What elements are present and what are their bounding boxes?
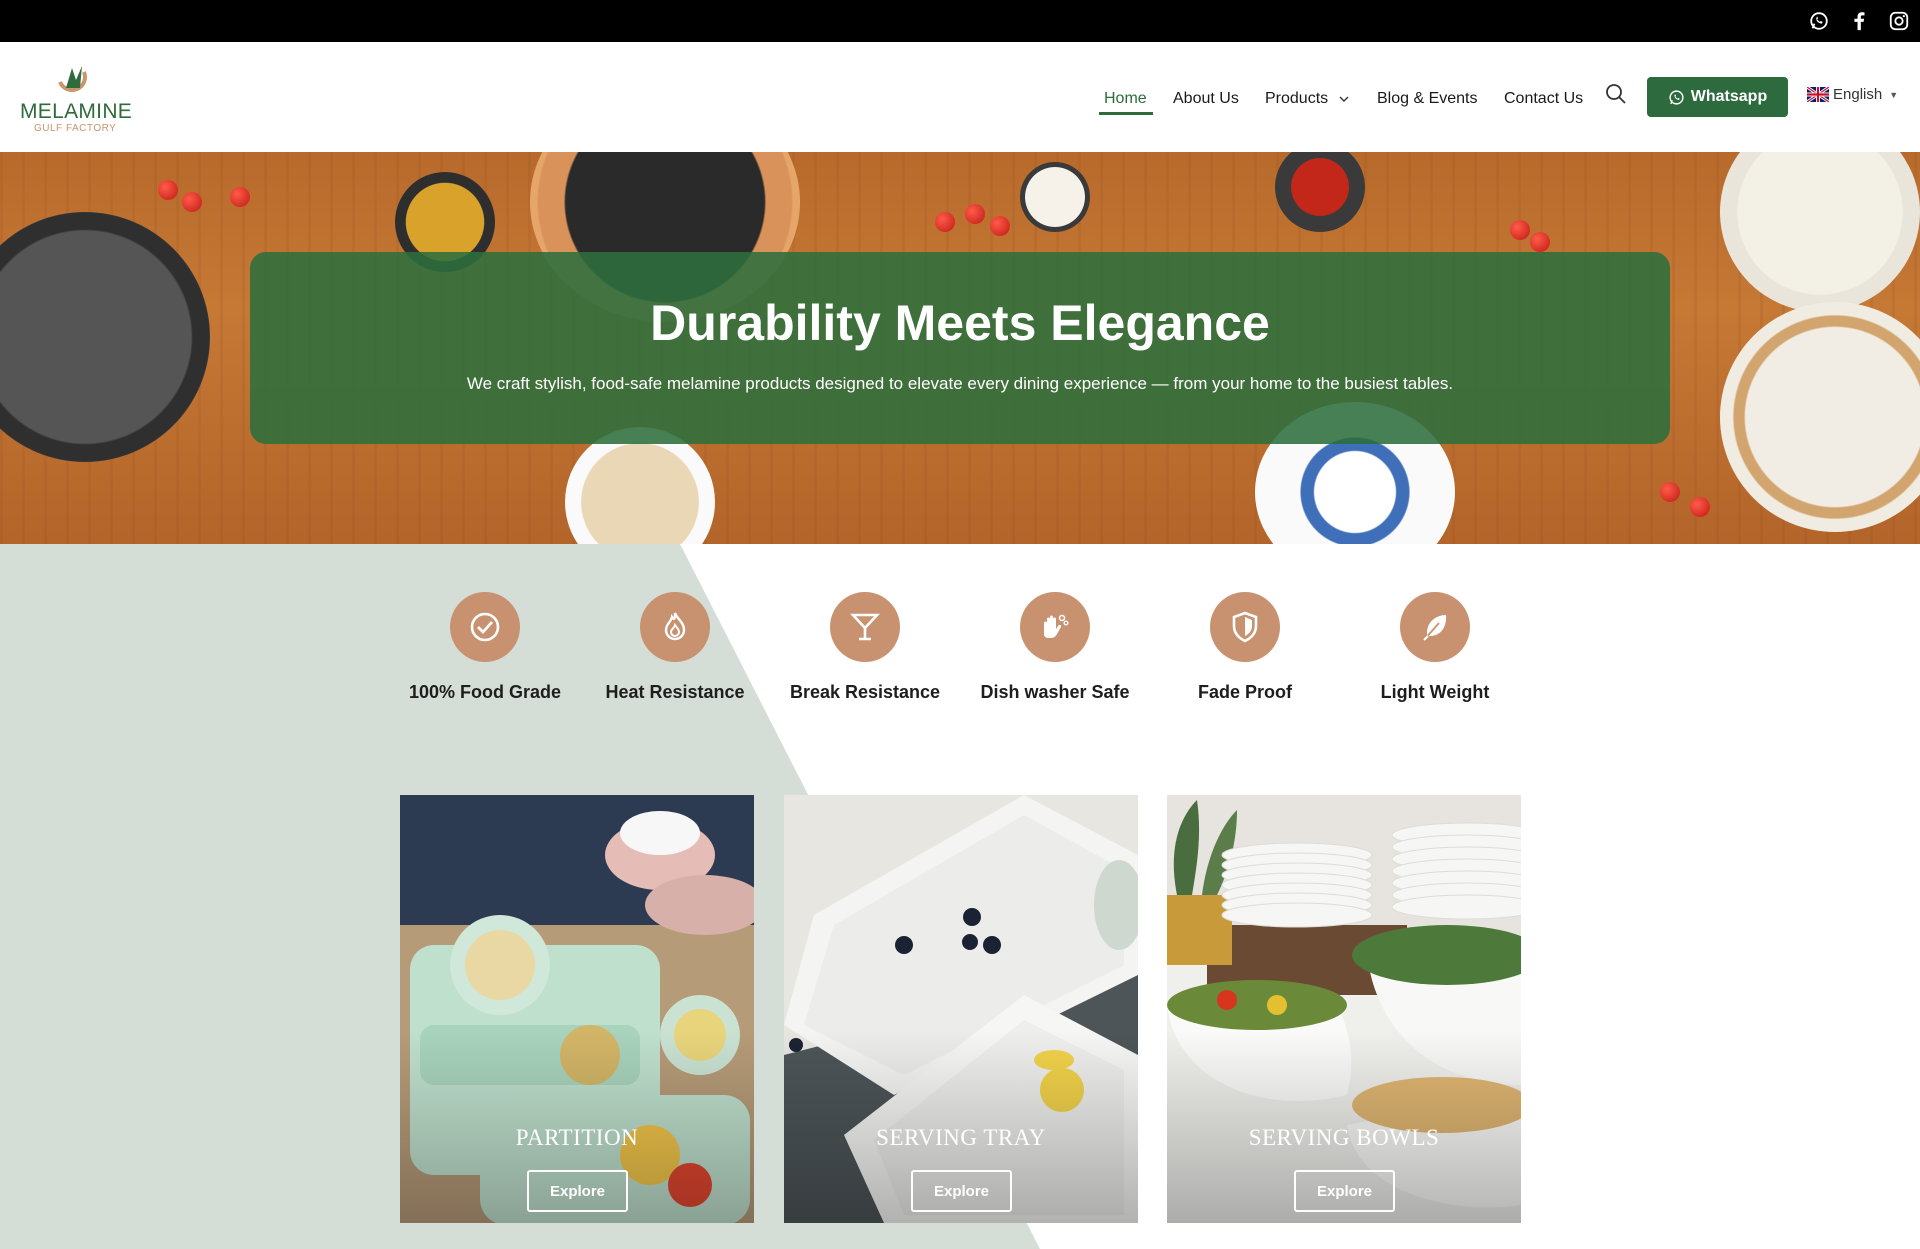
- whatsapp-icon[interactable]: [1803, 5, 1835, 37]
- tomato-image: [1660, 482, 1680, 502]
- tomato-image: [990, 216, 1010, 236]
- nav-about[interactable]: About Us: [1173, 84, 1239, 114]
- site-header: MELAMINE GULF FACTORY Home About Us Prod…: [0, 42, 1920, 152]
- card-title: SERVING TRAY: [876, 1125, 1046, 1150]
- search-icon[interactable]: [1604, 82, 1628, 106]
- feature-heat-resistance: Heat Resistance: [590, 592, 760, 712]
- cocktail-glass-icon: [830, 592, 900, 662]
- brand-logo[interactable]: MELAMINE GULF FACTORY: [18, 60, 132, 150]
- hero-bowl-image: [565, 427, 715, 544]
- language-label: English: [1833, 86, 1883, 103]
- feature-label: Heat Resistance: [605, 682, 745, 702]
- flame-icon: [640, 592, 710, 662]
- facebook-icon[interactable]: [1843, 5, 1875, 37]
- tomato-image: [1690, 497, 1710, 517]
- hero-plate-image: [0, 212, 210, 462]
- logo-name: MELAMINE: [20, 100, 133, 123]
- top-bar: [0, 0, 1920, 42]
- card-title: PARTITION: [515, 1125, 639, 1150]
- product-card-partition[interactable]: PARTITION Explore: [400, 795, 754, 1223]
- instagram-icon[interactable]: [1883, 5, 1915, 37]
- tomato-image: [965, 204, 985, 224]
- card-overlay: [1167, 795, 1521, 1223]
- nav-products[interactable]: Products: [1265, 84, 1350, 114]
- nav-products-label: Products: [1265, 90, 1329, 107]
- card-title: SERVING BOWLS: [1248, 1125, 1440, 1150]
- hero-bowl-image: [1020, 162, 1090, 232]
- tomato-image: [182, 192, 202, 212]
- hero-plate-image: [1720, 152, 1920, 312]
- whatsapp-button[interactable]: Whatsapp: [1647, 77, 1788, 117]
- card-overlay: [784, 795, 1138, 1223]
- tomato-image: [1530, 232, 1550, 252]
- explore-button[interactable]: Explore: [911, 1170, 1012, 1212]
- feature-dishwasher-safe: Dish washer Safe: [970, 592, 1140, 712]
- feature-label: Dish washer Safe: [980, 682, 1130, 702]
- explore-button[interactable]: Explore: [527, 1170, 628, 1212]
- chevron-down-icon: [1339, 96, 1349, 102]
- hero-subtitle: We craft stylish, food-safe melamine pro…: [466, 374, 1454, 393]
- feature-label: Break Resistance: [789, 682, 941, 702]
- feather-icon: [1400, 592, 1470, 662]
- card-overlay: [400, 795, 754, 1223]
- product-card-serving-bowls[interactable]: SERVING BOWLS Explore: [1167, 795, 1521, 1223]
- tomato-image: [230, 187, 250, 207]
- whatsapp-button-label: Whatsapp: [1690, 88, 1768, 105]
- hero-panel: Durability Meets Elegance We craft styli…: [250, 252, 1670, 444]
- feature-label: Light Weight: [1380, 682, 1490, 702]
- logo-subtitle: GULF FACTORY: [34, 123, 117, 134]
- whatsapp-icon: [1669, 89, 1684, 105]
- caret-down-icon: ▼: [1889, 89, 1899, 100]
- tomato-image: [158, 180, 178, 200]
- nav-home[interactable]: Home: [1104, 84, 1147, 114]
- product-card-serving-tray[interactable]: SERVING TRAY Explore: [784, 795, 1138, 1223]
- feature-label: Fade Proof: [1197, 682, 1292, 702]
- shield-icon: [1210, 592, 1280, 662]
- feature-break-resistance: Break Resistance: [780, 592, 950, 712]
- feature-food-grade: 100% Food Grade: [400, 592, 570, 712]
- language-selector[interactable]: English ▼: [1807, 86, 1898, 103]
- explore-button[interactable]: Explore: [1294, 1170, 1395, 1212]
- hero-plate-image: [1720, 302, 1920, 532]
- washing-hands-icon: [1020, 592, 1090, 662]
- feature-fade-proof: Fade Proof: [1160, 592, 1330, 712]
- feature-label: 100% Food Grade: [408, 682, 562, 702]
- hero-title: Durability Meets Elegance: [650, 295, 1270, 351]
- feature-light-weight: Light Weight: [1350, 592, 1520, 712]
- tomato-image: [935, 212, 955, 232]
- tomato-image: [1510, 220, 1530, 240]
- check-circle-icon: [450, 592, 520, 662]
- uk-flag-icon: [1807, 87, 1829, 102]
- logo-mark-icon: [58, 66, 87, 92]
- nav-contact[interactable]: Contact Us: [1504, 84, 1583, 114]
- hero-banner: Durability Meets Elegance We craft styli…: [0, 152, 1920, 544]
- nav-blog[interactable]: Blog & Events: [1377, 84, 1478, 114]
- hero-bowl-image: [1275, 152, 1365, 232]
- nav-active-indicator: [1099, 112, 1153, 115]
